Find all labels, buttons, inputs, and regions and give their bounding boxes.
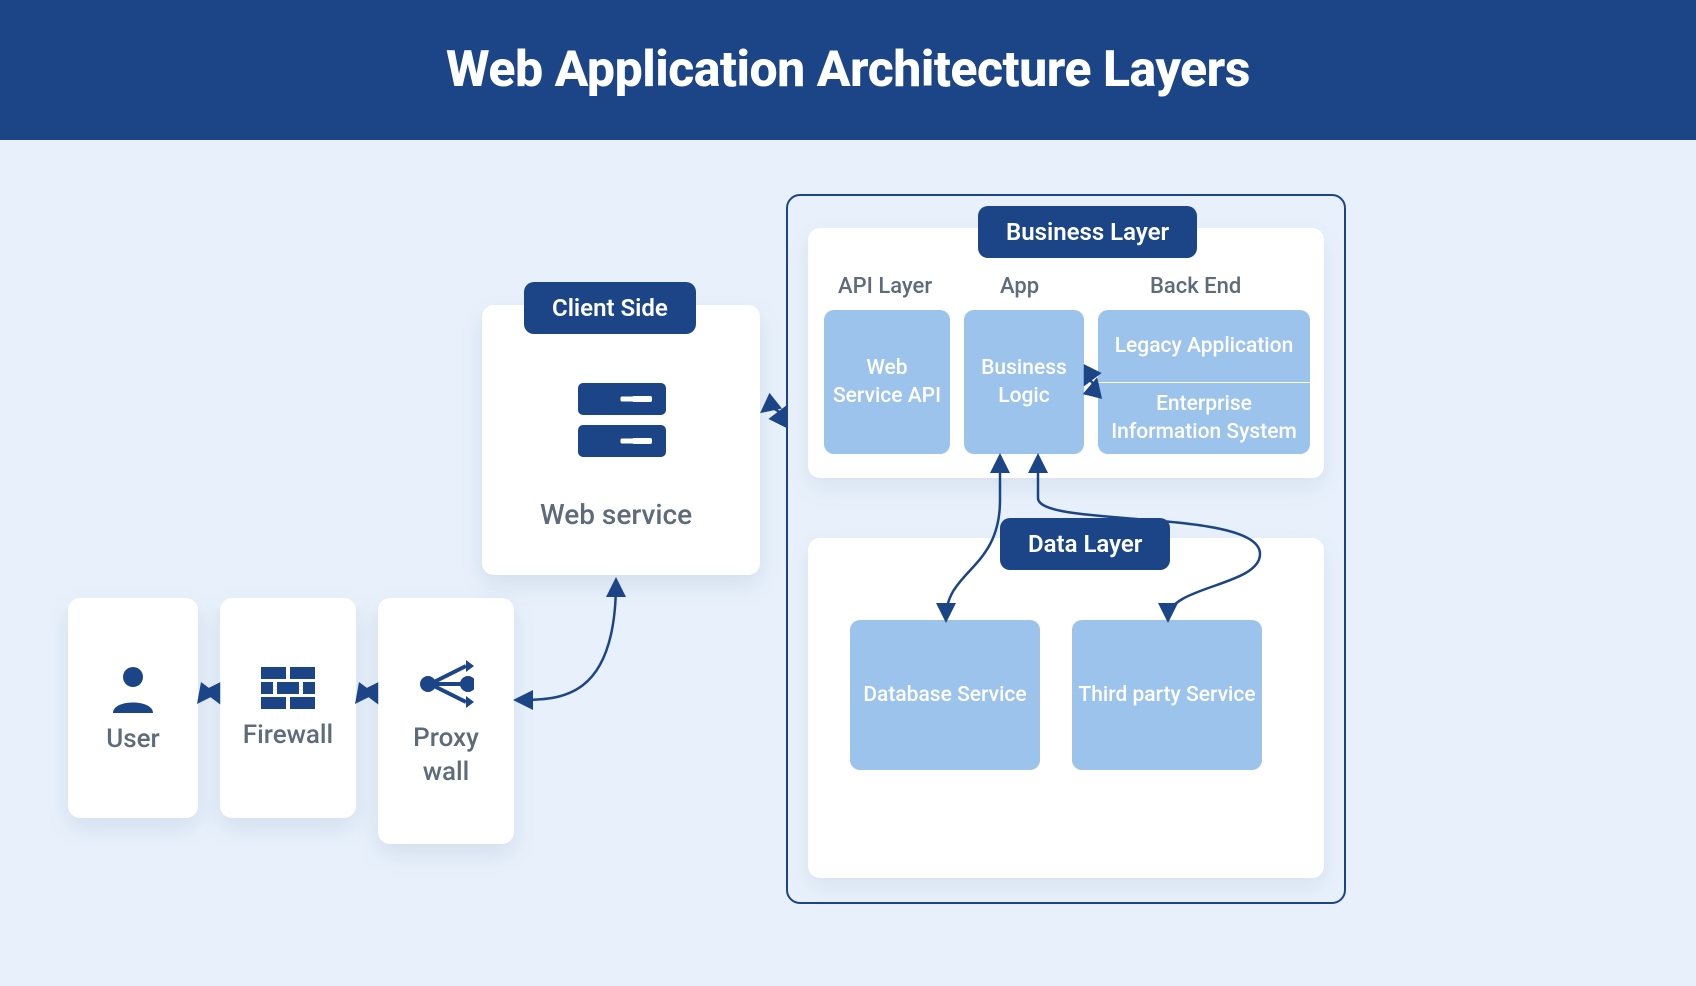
- node-user: User: [68, 598, 198, 818]
- box-web-service-api: Web Service API: [824, 310, 950, 454]
- column-label-api: API Layer: [838, 274, 932, 299]
- badge-business-layer: Business Layer: [978, 206, 1197, 258]
- box-business-logic: Business Logic: [964, 310, 1084, 454]
- node-firewall: Firewall: [220, 598, 356, 818]
- firewall-icon: [261, 667, 315, 709]
- badge-data-layer: Data Layer: [1000, 518, 1170, 570]
- box-legacy-app: Legacy Application: [1098, 310, 1310, 382]
- server-icon: [572, 370, 672, 470]
- node-firewall-label: Firewall: [243, 719, 333, 753]
- box-back-end: Legacy Application Enterprise Informatio…: [1098, 310, 1310, 454]
- node-proxy: Proxy wall: [378, 598, 514, 844]
- box-database-service: Database Service: [850, 620, 1040, 770]
- node-user-label: User: [106, 723, 160, 757]
- node-proxy-label: Proxy wall: [388, 722, 504, 790]
- box-third-party-service: Third party Service: [1072, 620, 1262, 770]
- diagram-canvas: User Firewall: [0, 140, 1696, 986]
- node-web-service-label: Web service: [540, 498, 692, 531]
- user-icon: [109, 663, 157, 713]
- badge-client-side: Client Side: [524, 282, 696, 334]
- column-label-app: App: [1000, 274, 1039, 299]
- page-title: Web Application Architecture Layers: [446, 41, 1250, 99]
- box-enterprise-info: Enterprise Information System: [1098, 383, 1310, 455]
- column-label-back: Back End: [1150, 274, 1241, 299]
- proxy-icon: [418, 656, 474, 712]
- page-header: Web Application Architecture Layers: [0, 0, 1696, 140]
